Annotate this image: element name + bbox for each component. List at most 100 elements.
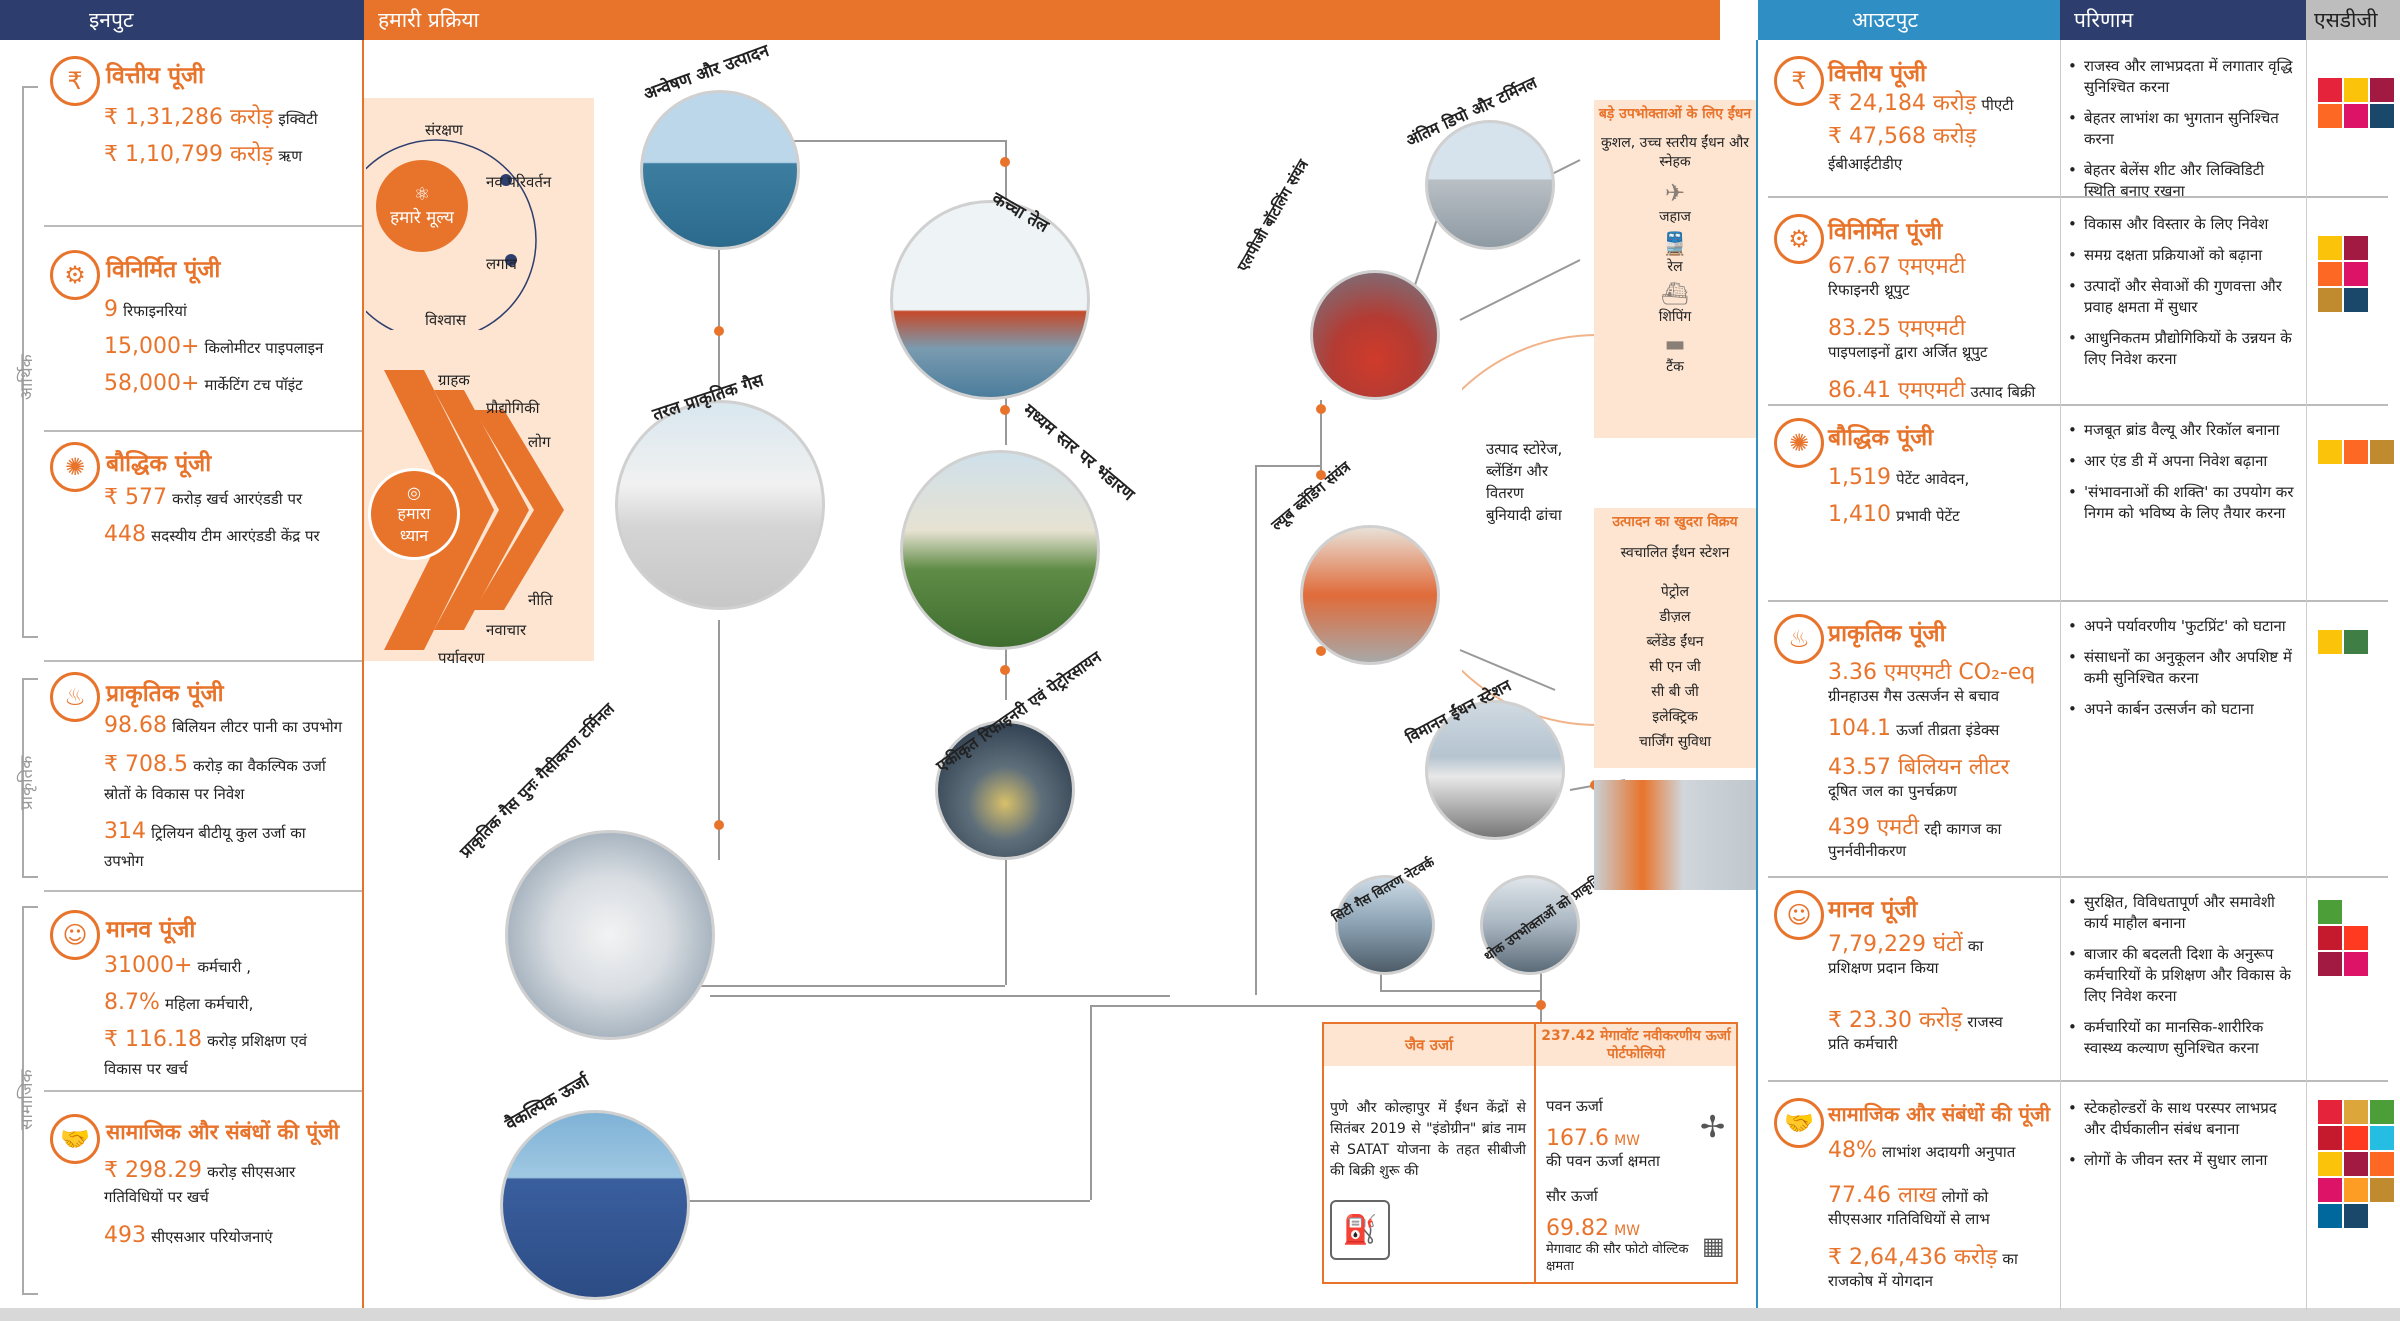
outcome-item: विकास और विस्तार के लिए निवेश [2068, 214, 2300, 235]
flow-line [670, 1200, 1090, 1202]
input-row: 8.7% महिला कर्मचारी, [104, 985, 354, 1022]
outcomes-header-label: परिणाम [2074, 8, 2134, 32]
focus-item: प्रौद्योगिकी [486, 399, 540, 417]
output-text: राजकोष में योगदान [1828, 1272, 1933, 1290]
output-social-title: सामाजिक और संबंधों की पूंजी [1828, 1102, 2051, 1126]
outcome-item: अपने पर्यावरणीय 'फुटप्रिंट' को घटाना [2068, 616, 2300, 637]
sdg-icon [2344, 104, 2368, 128]
output-separator [1768, 1080, 2388, 1082]
airplane-icon: ✈ [1664, 179, 1686, 207]
sdg-icon [2370, 440, 2394, 464]
sdg-icon [2318, 262, 2342, 286]
output-text: का [2002, 1250, 2018, 1268]
natural-capital-icon: ♨ [1774, 614, 1824, 664]
wind-block: पवन ऊर्जा 167.6 MW की पवन ऊर्जा क्षमता [1546, 1096, 1676, 1171]
train-icon: 🚆 [1661, 232, 1689, 257]
sdg-icon [2344, 440, 2368, 464]
outcome-item: अपने कार्बन उत्सर्जन को घटाना [2068, 699, 2300, 720]
output-row: 439 एमटी रद्दी कागज का [1828, 811, 2053, 841]
input-value: 8.7% [104, 990, 160, 1015]
values-center-label: हमारे मूल्य [390, 208, 454, 228]
value-item: लगाव [486, 255, 517, 273]
input-text: करोड़ सीएसआर [207, 1163, 296, 1181]
infra-line: उत्पाद स्टोरेज, [1486, 440, 1563, 458]
atom-icon: ⚛ [413, 184, 431, 205]
solar-block: सौर ऊर्जा 69.82 MW मेगावाट की सौर फोटो व… [1546, 1186, 1696, 1275]
input-row: 314 ट्रिलियन बीटीयू कुल उर्जा का [104, 818, 354, 847]
sdg-icon [2318, 104, 2342, 128]
bio-title: जैव उर्जा [1405, 1036, 1453, 1054]
flow-dot [1536, 1000, 1546, 1010]
flow-line [1090, 1005, 1092, 1200]
flow-dot [714, 820, 724, 830]
input-text: रिफाइनरियां [123, 302, 187, 320]
solar-value: 69.82 [1546, 1216, 1609, 1241]
input-value: ₹ 708.5 [104, 752, 188, 777]
output-row: 86.41 एमएमटी उत्पाद बिक्री [1828, 374, 2053, 404]
sdg-icon [2344, 1204, 2368, 1228]
input-row: ₹ 577 करोड़ खर्च आरएंडडी पर [104, 480, 354, 517]
input-value: ₹ 577 [104, 485, 167, 510]
output-row: 1,410 प्रभावी पेटेंट [1828, 497, 2053, 534]
solar-label: सौर ऊर्जा [1546, 1187, 1598, 1205]
output-value: 439 एमटी [1828, 815, 1920, 840]
flow-line [1255, 465, 1257, 995]
outcome-item: आधुनिकतम प्रौद्योगिकियों के उन्नयन के लि… [2068, 328, 2300, 370]
output-human-rows: 7,79,229 घंटों का प्रशिक्षण प्रदान किया … [1828, 928, 2053, 1054]
value-item: विश्वास [425, 311, 466, 329]
output-text: लोगों को [1941, 1188, 1989, 1206]
output-manufactured-rows: 67.67 एमएमटी रिफाइनरी थ्रूपुट 83.25 एमएम… [1828, 250, 2053, 404]
outcome-item: कर्मचारियों का मानसिक-शारीरिक स्वास्थ्य … [2068, 1017, 2300, 1059]
output-row: रिफाइनरी थ्रूपुट [1828, 280, 2053, 300]
output-text: प्रशिक्षण प्रदान किया [1828, 959, 1939, 977]
outcome-item: बेहतर लाभांश का भुगतान सुनिश्चित करना [2068, 108, 2300, 150]
sdg-icon [2318, 1178, 2342, 1202]
outcome-item: बेहतर बेलेंस शीट और लिक्विडिटी स्थिति बन… [2068, 160, 2300, 202]
sdg-header: एसडीजी [2306, 0, 2400, 40]
output-row: 48% लाभांश अदायगी अनुपात [1828, 1138, 2053, 1163]
input-row: उपभोग [104, 847, 354, 875]
input-text: किलोमीटर पाइपलाइन [204, 339, 324, 357]
infra-line: ब्लेंडिंग और [1486, 462, 1548, 480]
output-value: 83.25 एमएमटी [1828, 316, 1966, 341]
sdg-icon [2318, 1100, 2342, 1124]
social-side-label: सामाजिक [17, 1069, 37, 1130]
output-manufactured-title: विनिर्मित पूंजी [1828, 219, 1943, 245]
output-text: प्रभावी पेटेंट [1896, 507, 1960, 525]
focus-item: नवाचार [486, 621, 527, 639]
flow-line [1255, 465, 1320, 467]
input-manufactured-rows: 9 रिफाइनरियां 15,000+ किलोमीटर पाइपलाइन … [104, 292, 354, 403]
output-value: ₹ 24,184 करोड़ [1828, 91, 1977, 116]
retail-item: इलेक्ट्रिक [1652, 709, 1698, 725]
sdg-icon [2318, 1126, 2342, 1150]
outcome-item: लोगों के जीवन स्तर में सुधार लाना [2068, 1150, 2300, 1171]
output-text: पाइपलाइनों द्वारा अर्जित थ्रूपुट [1828, 343, 1988, 361]
output-text: दूषित जल का पुनर्चक्रण [1828, 782, 1957, 800]
bio-text: पुणे और कोल्हापुर में ईंधन केंद्रों से स… [1330, 1100, 1526, 1179]
output-financial-title: वित्तीय पूंजी [1828, 61, 1927, 87]
output-text: लाभांश अदायगी अनुपात [1882, 1143, 2016, 1161]
flow-line [1005, 860, 1007, 985]
outcome-item: संसाधनों का अनुकूलन और अपशिष्ट में कमी स… [2068, 647, 2300, 689]
input-row: 9 रिफाइनरियां [104, 292, 354, 329]
retail-item: स्वचालित ईंधन स्टेशन [1620, 545, 1730, 561]
retail-item: पेट्रोल [1660, 584, 1690, 600]
output-row: दूषित जल का पुनर्चक्रण [1828, 781, 2053, 801]
retail-item: चार्जिंग सुविधा [1639, 734, 1711, 750]
output-row: ₹ 2,64,436 करोड़ का [1828, 1241, 2053, 1271]
tank-icon: ▬ [1664, 332, 1686, 357]
sdg-icon [2370, 1126, 2394, 1150]
input-text: करोड़ खर्च आरएंडडी पर [172, 490, 303, 508]
input-text: विकास पर खर्च [104, 1060, 188, 1078]
input-value: 493 [104, 1223, 146, 1248]
output-text: प्रति कर्मचारी [1828, 1035, 1898, 1053]
natural-side-label: प्राकृतिक [17, 755, 37, 810]
flow-dot [1000, 157, 1010, 167]
renew-title: 237.42 मेगावॉट नवीकरणीय ऊर्जा पोर्टफोलिय… [1541, 1028, 1731, 1062]
input-text: उपभोग [104, 852, 144, 870]
input-natural-rows: 98.68 बिलियन लीटर पानी का उपभोग ₹ 708.5 … [104, 712, 354, 875]
output-intellectual-title: बौद्धिक पूंजी [1828, 425, 1934, 451]
outcomes-social: स्टेकहोल्डरों के साथ परस्पर लाभप्रद और द… [2068, 1098, 2300, 1181]
exploration-photo [640, 90, 800, 250]
inputs-header: इनपुट [0, 0, 364, 40]
